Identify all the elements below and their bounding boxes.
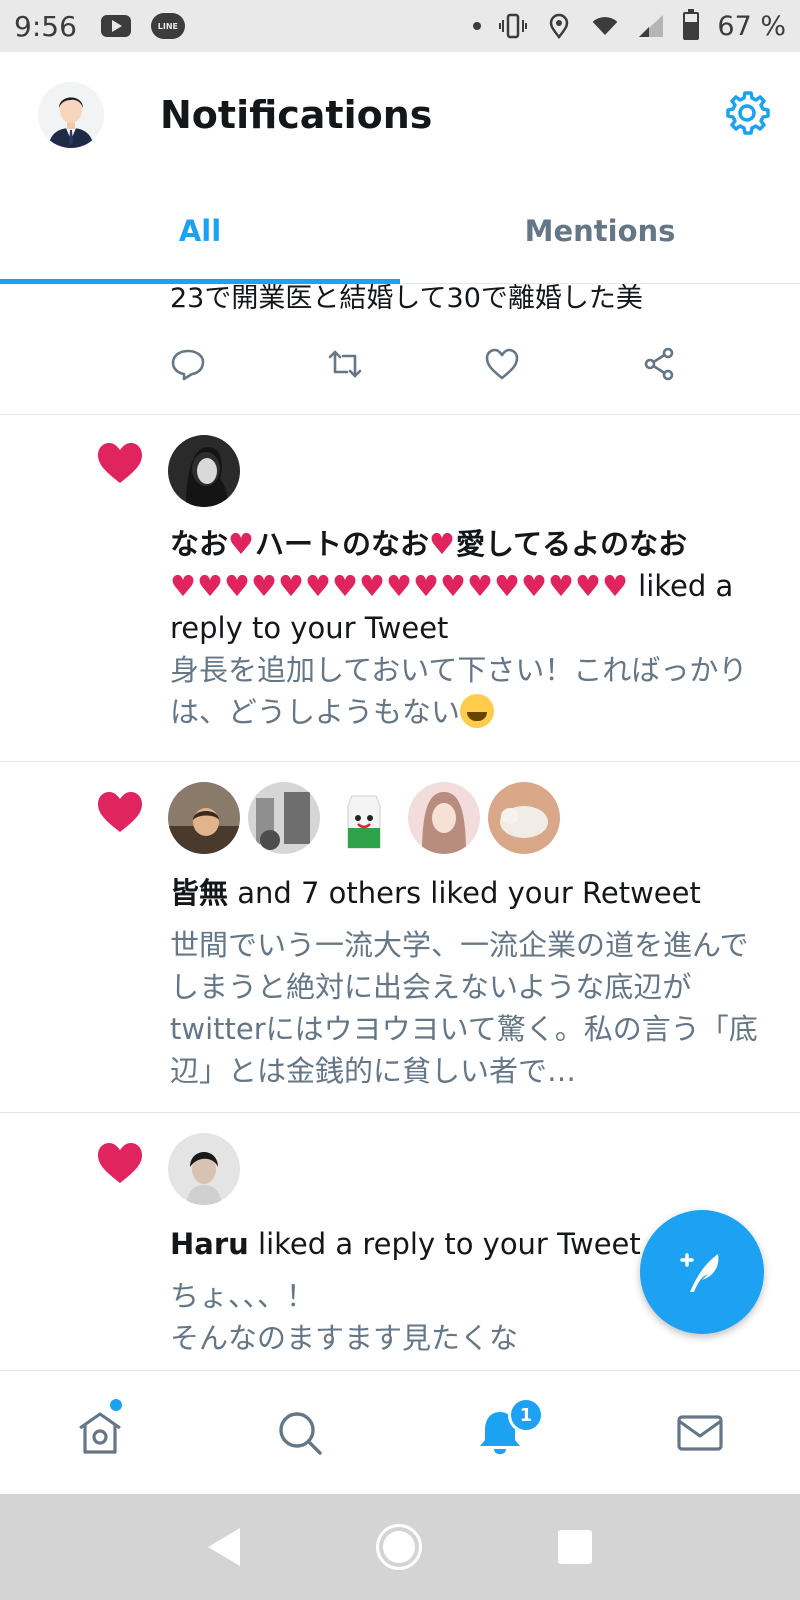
user-avatar[interactable] — [488, 782, 560, 854]
user-avatar-image — [168, 782, 240, 854]
nav-search[interactable] — [200, 1371, 400, 1495]
app-header: Notifications — [0, 52, 800, 178]
actor-name[interactable]: Haru — [170, 1227, 249, 1261]
user-avatar-image — [328, 782, 400, 854]
actor-name-part: なお — [170, 527, 229, 561]
status-bar: 9:56 LINE 67 % — [0, 0, 800, 52]
notification-tabs: All Mentions — [0, 178, 800, 284]
user-avatar-image — [168, 1133, 240, 1205]
heart-icon — [98, 443, 142, 483]
actor-name[interactable]: なお♥ハートのなお♥愛してるよのなお♥♥♥♥♥♥♥♥♥♥♥♥♥♥♥♥♥ — [170, 527, 687, 603]
notification-item[interactable]: 皆無 and 7 others liked your Retweet 世間でいう… — [0, 762, 800, 1112]
heart-emoji-row: ♥♥♥♥♥♥♥♥♥♥♥♥♥♥♥♥♥ — [170, 569, 629, 603]
page-title: Notifications — [160, 93, 433, 137]
notification-avatars — [168, 1133, 240, 1205]
tweet-preview-text: 身長を追加しておいて下さい！こればっかりは、どうしようもない — [170, 653, 748, 729]
tweet-preview[interactable]: 世間でいう一流大学、一流企業の道を進んでしまうと絶対に出会えないような底辺がtw… — [170, 924, 770, 1092]
battery-percent: 67 % — [717, 10, 786, 42]
signal-icon — [639, 15, 664, 37]
status-time: 9:56 — [14, 9, 77, 43]
mail-icon — [677, 1415, 723, 1451]
heart-emoji-icon: ♥ — [429, 527, 457, 561]
back-icon[interactable] — [208, 1528, 240, 1566]
notification-avatars — [168, 435, 240, 507]
tweet-text-partial: 23で開業医と結婚して30で離婚した美 — [170, 284, 643, 314]
like-button[interactable] — [484, 346, 641, 386]
tweet-actions — [170, 346, 798, 386]
reply-icon — [171, 349, 205, 381]
vibrate-icon — [499, 13, 528, 39]
tab-all-label: All — [178, 214, 222, 248]
tweet-preview-text: 世間でいう一流大学、一流企業の道を進んでしまうと絶対に出会えないような底辺がtw… — [170, 928, 758, 1088]
user-avatar-image — [168, 435, 240, 507]
actor-name-part: 愛してるよのなお — [456, 527, 688, 561]
nav-messages[interactable] — [600, 1371, 800, 1495]
reply-button[interactable] — [170, 346, 327, 386]
compose-feather-icon — [680, 1253, 719, 1292]
user-avatar-image — [248, 782, 320, 854]
tab-all[interactable]: All — [0, 178, 400, 284]
profile-avatar-illustration — [38, 82, 104, 148]
notification-text: なお♥ハートのなお♥愛してるよのなお♥♥♥♥♥♥♥♥♥♥♥♥♥♥♥♥♥ like… — [170, 523, 770, 649]
user-avatar[interactable] — [168, 1133, 240, 1205]
user-avatar-image — [488, 782, 560, 854]
notification-item[interactable]: なお♥ハートのなお♥愛してるよのなお♥♥♥♥♥♥♥♥♥♥♥♥♥♥♥♥♥ like… — [0, 415, 800, 761]
notification-action-text: and 7 others liked your Retweet — [228, 876, 701, 910]
compose-tweet-button[interactable] — [640, 1210, 764, 1334]
tab-mentions-label: Mentions — [524, 214, 676, 248]
tab-mentions[interactable]: Mentions — [400, 178, 800, 284]
user-avatar[interactable] — [168, 435, 240, 507]
system-navigation-bar — [0, 1494, 800, 1600]
battery-icon — [683, 9, 700, 40]
heart-icon — [98, 792, 142, 832]
notification-avatars — [168, 782, 560, 854]
notification-dot-icon — [473, 22, 482, 30]
notification-count-badge: 1 — [508, 1397, 544, 1433]
user-avatar-image — [408, 782, 480, 854]
location-icon — [550, 13, 569, 39]
home-circle-icon[interactable] — [376, 1524, 422, 1570]
search-icon — [279, 1412, 322, 1455]
bottom-navigation: 1 — [0, 1370, 800, 1494]
notification-text: 皆無 and 7 others liked your Retweet — [170, 872, 770, 914]
heart-outline-icon — [485, 348, 519, 380]
actor-name[interactable]: 皆無 — [170, 876, 228, 910]
youtube-notification-icon — [100, 15, 131, 37]
user-avatar[interactable] — [248, 782, 320, 854]
home-icon — [79, 1412, 121, 1454]
notification-action-text: liked a reply to your Tweet — [248, 1227, 641, 1261]
laughing-emoji-icon — [460, 694, 495, 728]
tweet-preview[interactable]: 身長を追加しておいて下さい！こればっかりは、どうしようもない — [170, 649, 770, 733]
actor-name-part: ハートのなお — [255, 527, 430, 561]
gear-icon[interactable] — [722, 88, 772, 138]
line-notification-icon: LINE — [150, 13, 185, 39]
unread-dot — [110, 1399, 122, 1411]
nav-notifications[interactable] — [400, 1371, 600, 1495]
user-avatar[interactable] — [168, 782, 240, 854]
user-avatar[interactable] — [408, 782, 480, 854]
heart-icon — [98, 1143, 142, 1183]
heart-emoji-icon: ♥ — [228, 527, 256, 561]
notification-feed[interactable]: 23で開業医と結婚して30で離婚した美 なお♥ハートのなお♥愛してるよのなお♥♥… — [0, 284, 800, 1370]
profile-avatar[interactable] — [38, 82, 104, 148]
retweet-icon — [328, 350, 362, 378]
share-button[interactable] — [641, 346, 798, 386]
recent-apps-icon[interactable] — [558, 1530, 592, 1564]
retweet-button[interactable] — [327, 346, 484, 386]
nav-home[interactable] — [0, 1371, 200, 1495]
share-icon — [644, 347, 674, 381]
user-avatar[interactable] — [328, 782, 400, 854]
wifi-icon — [593, 17, 618, 36]
